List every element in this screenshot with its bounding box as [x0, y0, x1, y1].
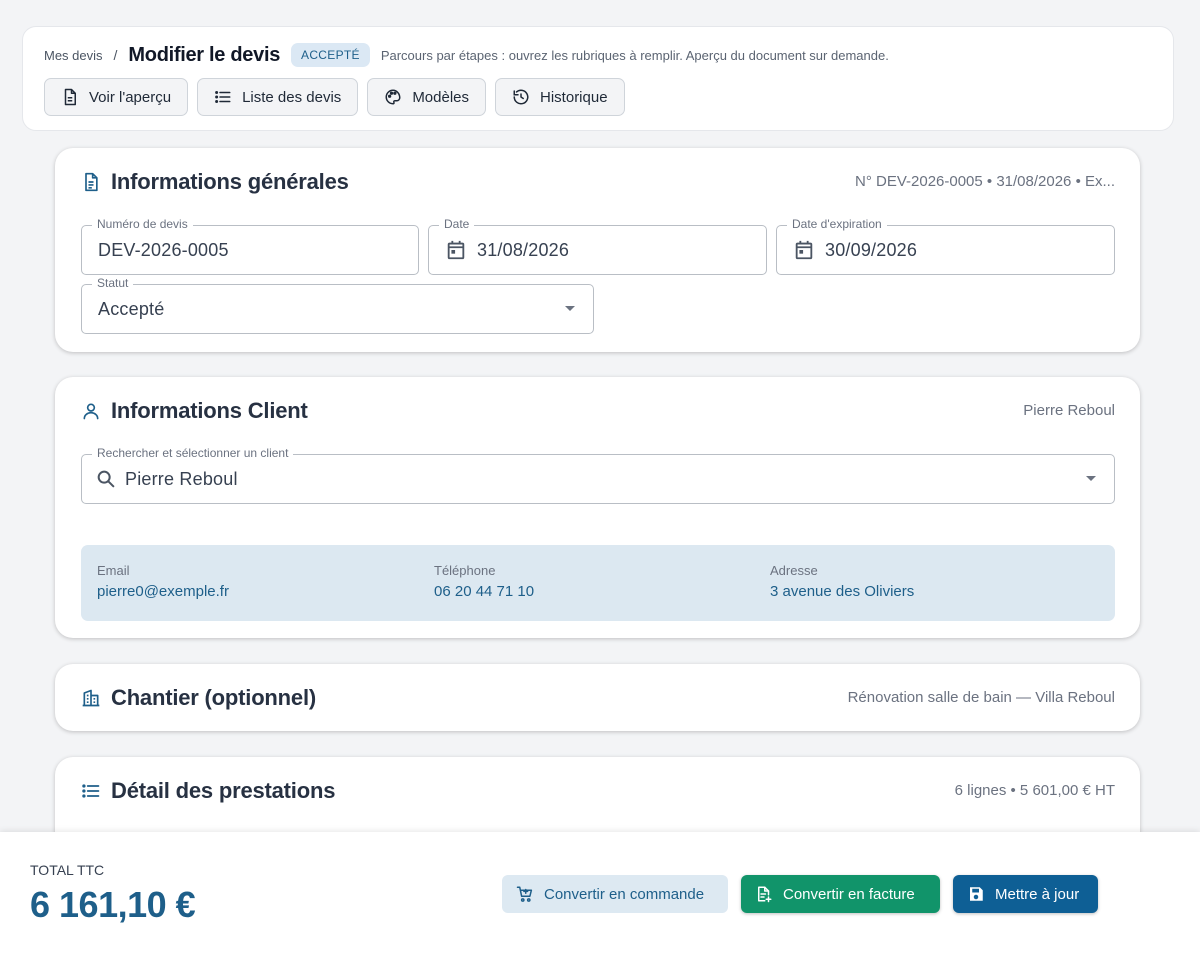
document-icon — [64, 88, 76, 106]
document-icon — [85, 172, 98, 192]
client-email-value: pierre0@exemple.fr — [97, 583, 229, 600]
list-icon — [215, 91, 231, 103]
client-info-title: Informations Client — [111, 398, 308, 423]
quote-list-button[interactable]: Liste des devis — [197, 78, 359, 116]
site-summary: Rénovation salle de bain — Villa Reboul — [847, 689, 1115, 706]
total-ttc-value: 6 161,10 € — [30, 884, 196, 925]
list-icon — [82, 784, 100, 798]
client-info-summary: Pierre Reboul — [1023, 402, 1115, 419]
convert-to-order-button[interactable]: Convertir en commande — [502, 875, 728, 913]
page-hint: Parcours par étapes : ouvrez les rubriqu… — [380, 47, 889, 63]
breadcrumb-parent-link[interactable]: Mes devis — [44, 48, 103, 63]
history-icon — [513, 89, 529, 105]
client-phone: Téléphone 06 20 44 71 10 — [434, 563, 534, 600]
calendar-icon[interactable] — [445, 239, 467, 261]
expiry-date-value: 30/09/2026 — [825, 239, 918, 260]
client-info-header[interactable]: Informations Client — [81, 398, 308, 424]
status-label: Statut — [92, 276, 134, 290]
quote-list-button-label: Liste des devis — [242, 88, 342, 106]
client-details-panel: Email pierre0@exemple.fr Téléphone 06 20… — [81, 545, 1115, 621]
convert-to-invoice-label: Convertir en facture — [783, 885, 915, 903]
building-icon — [82, 689, 100, 707]
client-phone-value: 06 20 44 71 10 — [434, 583, 535, 600]
date-value: 31/08/2026 — [477, 239, 570, 260]
client-address-label: Adresse — [770, 563, 818, 578]
total-ttc-label: TOTAL TTC — [30, 862, 105, 878]
client-search-label: Rechercher et sélectionner un client — [92, 446, 294, 460]
breadcrumb-separator: / — [113, 47, 118, 63]
convert-to-invoice-button[interactable]: Convertir en facture — [741, 875, 940, 913]
general-info-card: Informations générales N° DEV-2026-0005 … — [55, 148, 1140, 352]
client-address-value: 3 avenue des Oliviers — [770, 583, 915, 600]
client-search-value: Pierre Reboul — [125, 468, 238, 489]
site-header[interactable]: Chantier (optionnel) — [81, 685, 316, 711]
palette-icon — [385, 89, 401, 105]
page-header: Mes devis / Modifier le devis ACCEPTÉ Pa… — [22, 26, 1174, 131]
templates-button[interactable]: Modèles — [367, 78, 487, 116]
preview-button[interactable]: Voir l'aperçu — [44, 78, 189, 116]
date-field[interactable]: Date 31/08/2026 — [428, 217, 767, 275]
client-info-card: Informations Client Pierre Reboul Recher… — [55, 377, 1140, 638]
update-button-label: Mettre à jour — [995, 885, 1080, 903]
general-info-header[interactable]: Informations générales — [81, 169, 349, 195]
header-toolbar: Voir l'aperçu Liste des devis Modèles Hi… — [44, 78, 634, 116]
quote-number-field[interactable]: Numéro de devis DEV-2026-0005 — [81, 217, 419, 275]
quote-number-label: Numéro de devis — [92, 217, 193, 231]
preview-button-label: Voir l'aperçu — [89, 88, 172, 106]
expiry-date-label: Date d'expiration — [787, 217, 887, 231]
templates-button-label: Modèles — [412, 88, 470, 106]
general-info-title: Informations générales — [111, 169, 349, 194]
site-card[interactable]: Chantier (optionnel) Rénovation salle de… — [55, 664, 1140, 731]
page-title: Modifier le devis — [128, 43, 281, 66]
invoice-plus-icon — [758, 886, 772, 903]
client-email: Email pierre0@exemple.fr — [97, 563, 229, 600]
expiry-date-field[interactable]: Date d'expiration 30/09/2026 — [776, 217, 1115, 275]
status-badge: ACCEPTÉ — [291, 43, 370, 67]
chevron-down-icon — [1086, 476, 1096, 481]
services-title: Détail des prestations — [111, 778, 336, 803]
services-header[interactable]: Détail des prestations — [81, 778, 335, 804]
search-icon — [97, 470, 115, 488]
services-summary: 6 lignes • 5 601,00 € HT — [954, 782, 1115, 799]
save-icon — [970, 887, 983, 901]
status-select[interactable]: Statut Accepté — [81, 276, 594, 334]
breadcrumb: Mes devis / Modifier le devis ACCEPTÉ Pa… — [44, 43, 889, 67]
footer-action-bar: TOTAL TTC 6 161,10 € Convertir en comman… — [0, 832, 1200, 954]
update-button[interactable]: Mettre à jour — [953, 875, 1098, 913]
cart-plus-icon — [516, 886, 533, 902]
chevron-down-icon — [565, 306, 575, 311]
general-info-summary: N° DEV-2026-0005 • 31/08/2026 • Ex... — [855, 173, 1115, 190]
convert-to-order-label: Convertir en commande — [544, 885, 705, 903]
history-button-label: Historique — [540, 88, 608, 106]
client-email-label: Email — [97, 563, 130, 578]
status-value: Accepté — [98, 298, 165, 319]
history-button[interactable]: Historique — [495, 78, 625, 116]
quote-number-value: DEV-2026-0005 — [98, 239, 229, 260]
client-search-select[interactable]: Rechercher et sélectionner un client Pie… — [81, 446, 1115, 504]
client-phone-label: Téléphone — [434, 563, 496, 578]
user-icon — [83, 403, 99, 420]
site-title: Chantier (optionnel) — [111, 685, 316, 710]
date-label: Date — [439, 217, 475, 231]
calendar-icon[interactable] — [793, 239, 815, 261]
client-address: Adresse 3 avenue des Oliviers — [770, 563, 914, 600]
